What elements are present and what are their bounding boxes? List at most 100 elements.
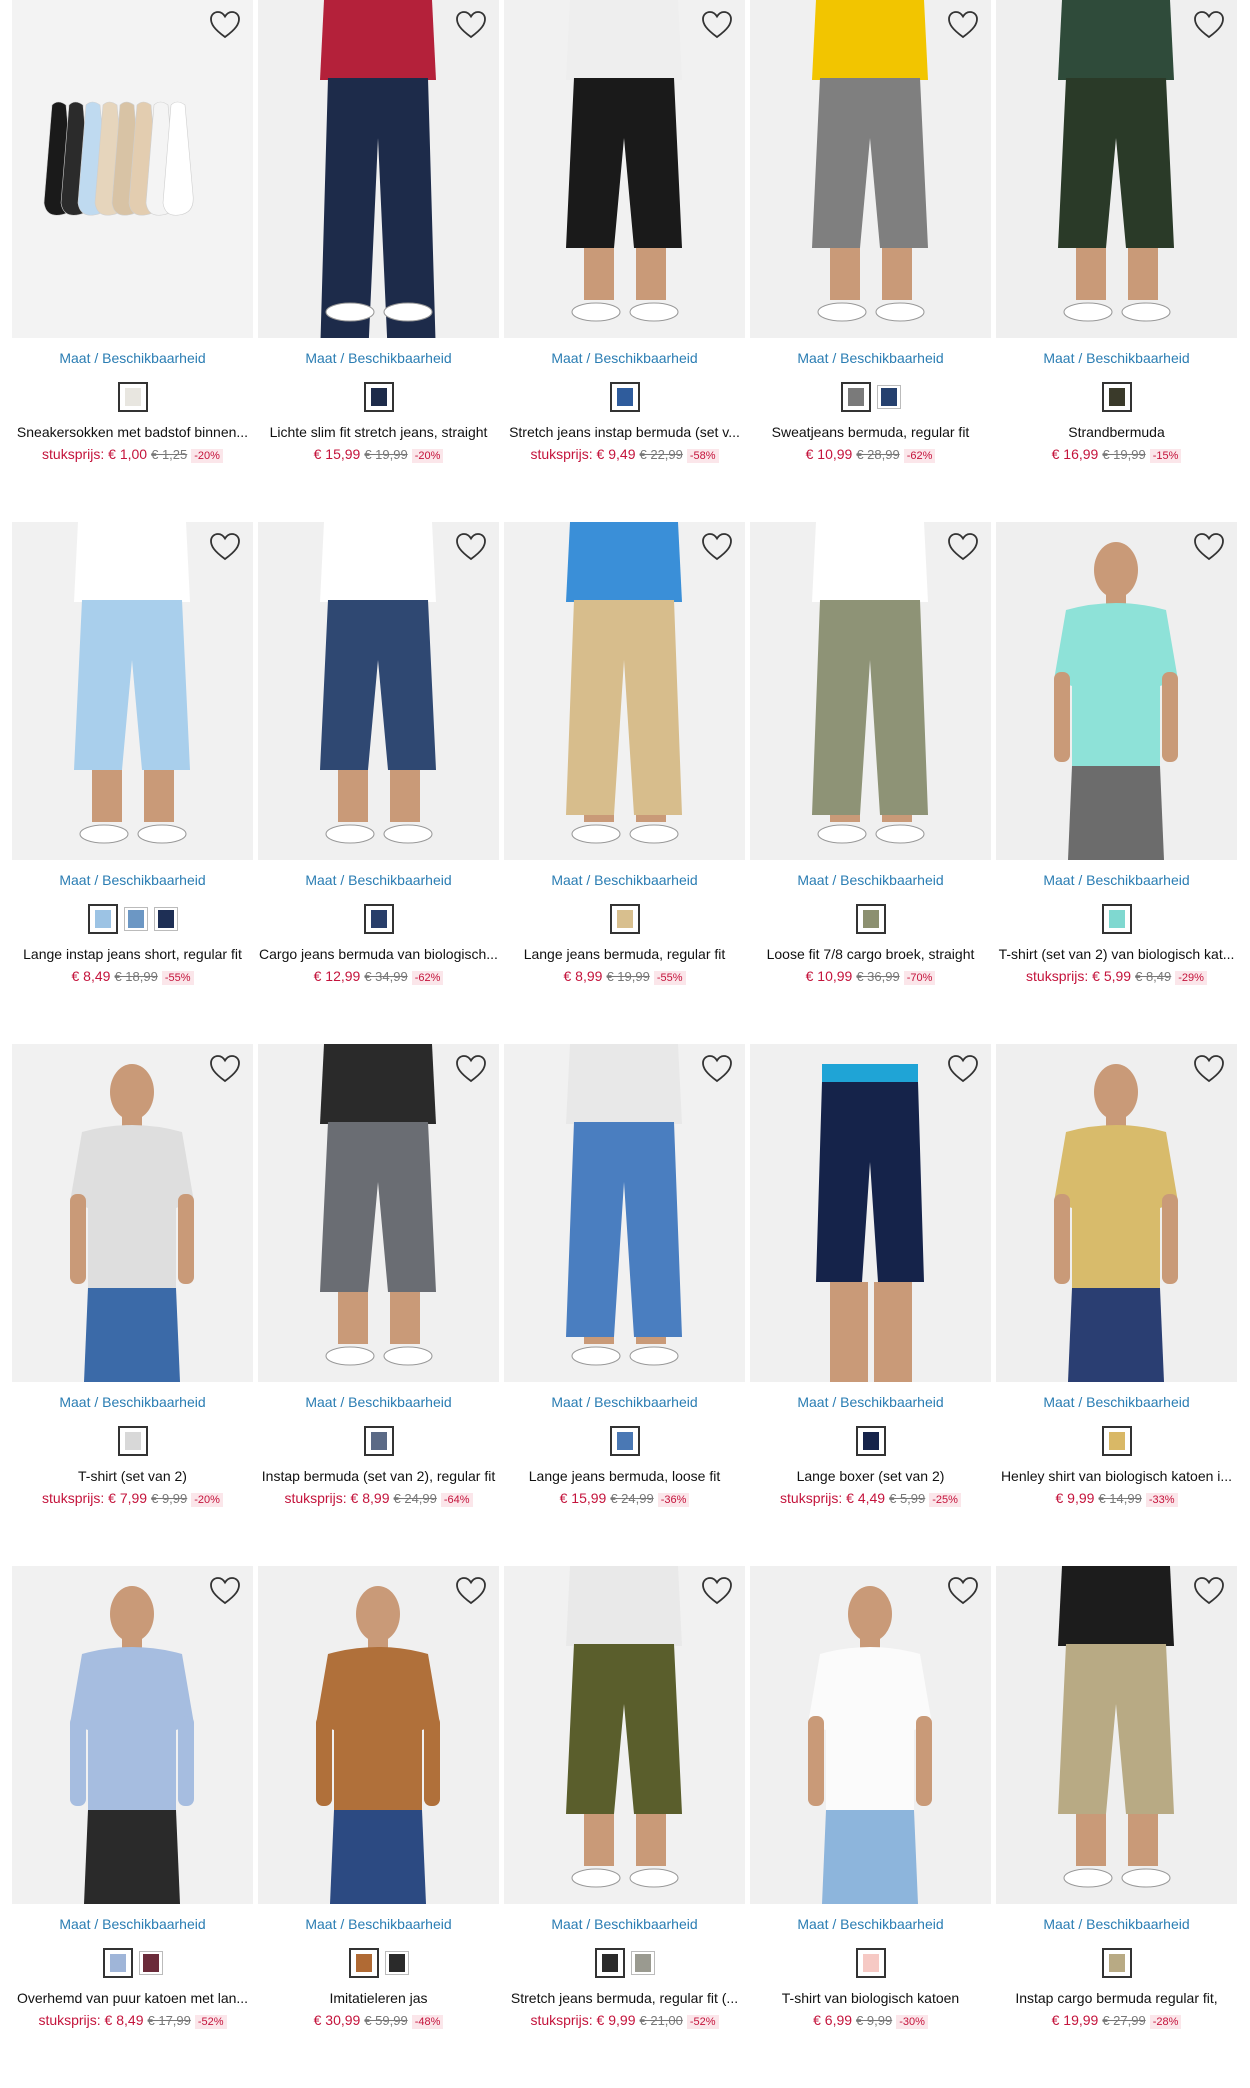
product-image[interactable] [504, 1566, 745, 1904]
color-swatch[interactable] [609, 1426, 640, 1456]
wishlist-heart-icon[interactable] [701, 1054, 733, 1084]
product-name[interactable]: Sneakersokken met badstof binnen... [12, 424, 253, 441]
product-name[interactable]: Lange jeans bermuda, regular fit [504, 946, 745, 963]
color-swatch[interactable] [855, 904, 886, 934]
product-card[interactable]: Maat / Beschikbaarheid Sweatjeans bermuda… [750, 0, 991, 522]
wishlist-heart-icon[interactable] [455, 532, 487, 562]
color-swatch[interactable] [840, 382, 871, 412]
color-swatch[interactable] [117, 382, 148, 412]
size-availability-link[interactable]: Maat / Beschikbaarheid [996, 1916, 1237, 1933]
color-swatch[interactable] [363, 1426, 394, 1456]
wishlist-heart-icon[interactable] [947, 532, 979, 562]
wishlist-heart-icon[interactable] [455, 10, 487, 40]
product-name[interactable]: T-shirt van biologisch katoen [750, 1990, 991, 2007]
wishlist-heart-icon[interactable] [1193, 1576, 1225, 1606]
product-name[interactable]: Loose fit 7/8 cargo broek, straight [750, 946, 991, 963]
product-card[interactable]: Maat / Beschikbaarheid Sneakersokken met … [12, 0, 253, 522]
color-swatch[interactable] [87, 904, 118, 934]
product-card[interactable]: Maat / Beschikbaarheid T-shirt van biolog… [750, 1566, 991, 2088]
wishlist-heart-icon[interactable] [1193, 10, 1225, 40]
product-name[interactable]: Lange boxer (set van 2) [750, 1468, 991, 1485]
product-card[interactable]: Maat / Beschikbaarheid T-shirt (set van 2… [12, 1044, 253, 1566]
product-card[interactable]: Maat / Beschikbaarheid Lange instap jeans… [12, 522, 253, 1044]
size-availability-link[interactable]: Maat / Beschikbaarheid [996, 350, 1237, 367]
wishlist-heart-icon[interactable] [701, 532, 733, 562]
size-availability-link[interactable]: Maat / Beschikbaarheid [750, 350, 991, 367]
product-name[interactable]: Imitatieleren jas [258, 1990, 499, 2007]
color-swatch[interactable] [1101, 904, 1132, 934]
product-image[interactable] [750, 1566, 991, 1904]
color-swatch[interactable] [1101, 1948, 1132, 1978]
color-swatch[interactable] [138, 1951, 163, 1975]
product-name[interactable]: Cargo jeans bermuda van biologisch... [258, 946, 499, 963]
size-availability-link[interactable]: Maat / Beschikbaarheid [504, 872, 745, 889]
size-availability-link[interactable]: Maat / Beschikbaarheid [12, 872, 253, 889]
product-card[interactable]: Maat / Beschikbaarheid Lange jeans bermud… [504, 522, 745, 1044]
product-image[interactable] [258, 0, 499, 338]
product-image[interactable] [12, 522, 253, 860]
color-swatch[interactable] [123, 907, 148, 931]
wishlist-heart-icon[interactable] [701, 10, 733, 40]
color-swatch[interactable] [1101, 382, 1132, 412]
size-availability-link[interactable]: Maat / Beschikbaarheid [996, 1394, 1237, 1411]
wishlist-heart-icon[interactable] [455, 1576, 487, 1606]
product-image[interactable] [12, 1044, 253, 1382]
product-card[interactable]: Maat / Beschikbaarheid Lange jeans bermud… [504, 1044, 745, 1566]
product-image[interactable] [12, 0, 253, 338]
wishlist-heart-icon[interactable] [209, 10, 241, 40]
color-swatch[interactable] [363, 904, 394, 934]
color-swatch[interactable] [876, 385, 901, 409]
color-swatch[interactable] [1101, 1426, 1132, 1456]
product-name[interactable]: Stretch jeans bermuda, regular fit (... [504, 1990, 745, 2007]
product-name[interactable]: Stretch jeans instap bermuda (set v... [504, 424, 745, 441]
product-image[interactable] [750, 522, 991, 860]
product-card[interactable]: Maat / Beschikbaarheid Overhemd van puur … [12, 1566, 253, 2088]
color-swatch[interactable] [153, 907, 178, 931]
size-availability-link[interactable]: Maat / Beschikbaarheid [750, 1394, 991, 1411]
product-image[interactable] [750, 0, 991, 338]
size-availability-link[interactable]: Maat / Beschikbaarheid [12, 350, 253, 367]
product-image[interactable] [750, 1044, 991, 1382]
wishlist-heart-icon[interactable] [701, 1576, 733, 1606]
product-name[interactable]: T-shirt (set van 2) van biologisch kat..… [996, 946, 1237, 963]
product-card[interactable]: Maat / Beschikbaarheid Stretch jeans inst… [504, 0, 745, 522]
size-availability-link[interactable]: Maat / Beschikbaarheid [258, 872, 499, 889]
wishlist-heart-icon[interactable] [209, 532, 241, 562]
product-card[interactable]: Maat / Beschikbaarheid Strandbermuda € 16,… [996, 0, 1237, 522]
color-swatch[interactable] [609, 382, 640, 412]
size-availability-link[interactable]: Maat / Beschikbaarheid [258, 350, 499, 367]
product-image[interactable] [996, 1566, 1237, 1904]
product-card[interactable]: Maat / Beschikbaarheid T-shirt (set van 2… [996, 522, 1237, 1044]
size-availability-link[interactable]: Maat / Beschikbaarheid [504, 1916, 745, 1933]
color-swatch[interactable] [384, 1951, 409, 1975]
product-image[interactable] [504, 522, 745, 860]
wishlist-heart-icon[interactable] [947, 1054, 979, 1084]
wishlist-heart-icon[interactable] [1193, 1054, 1225, 1084]
product-name[interactable]: Sweatjeans bermuda, regular fit [750, 424, 991, 441]
size-availability-link[interactable]: Maat / Beschikbaarheid [750, 872, 991, 889]
product-card[interactable]: Maat / Beschikbaarheid Cargo jeans bermud… [258, 522, 499, 1044]
wishlist-heart-icon[interactable] [947, 10, 979, 40]
wishlist-heart-icon[interactable] [209, 1576, 241, 1606]
color-swatch[interactable] [855, 1426, 886, 1456]
product-card[interactable]: Maat / Beschikbaarheid Instap cargo bermu… [996, 1566, 1237, 2088]
product-image[interactable] [258, 522, 499, 860]
product-card[interactable]: Maat / Beschikbaarheid Loose fit 7/8 carg… [750, 522, 991, 1044]
size-availability-link[interactable]: Maat / Beschikbaarheid [504, 350, 745, 367]
product-card[interactable]: Maat / Beschikbaarheid Lange boxer (set v… [750, 1044, 991, 1566]
product-image[interactable] [258, 1566, 499, 1904]
product-image[interactable] [996, 522, 1237, 860]
product-image[interactable] [504, 0, 745, 338]
product-image[interactable] [996, 1044, 1237, 1382]
wishlist-heart-icon[interactable] [455, 1054, 487, 1084]
color-swatch[interactable] [117, 1426, 148, 1456]
product-name[interactable]: Strandbermuda [996, 424, 1237, 441]
wishlist-heart-icon[interactable] [947, 1576, 979, 1606]
product-card[interactable]: Maat / Beschikbaarheid Instap bermuda (se… [258, 1044, 499, 1566]
product-image[interactable] [504, 1044, 745, 1382]
size-availability-link[interactable]: Maat / Beschikbaarheid [258, 1916, 499, 1933]
product-name[interactable]: Instap cargo bermuda regular fit, [996, 1990, 1237, 2007]
color-swatch[interactable] [363, 382, 394, 412]
size-availability-link[interactable]: Maat / Beschikbaarheid [12, 1394, 253, 1411]
color-swatch[interactable] [855, 1948, 886, 1978]
